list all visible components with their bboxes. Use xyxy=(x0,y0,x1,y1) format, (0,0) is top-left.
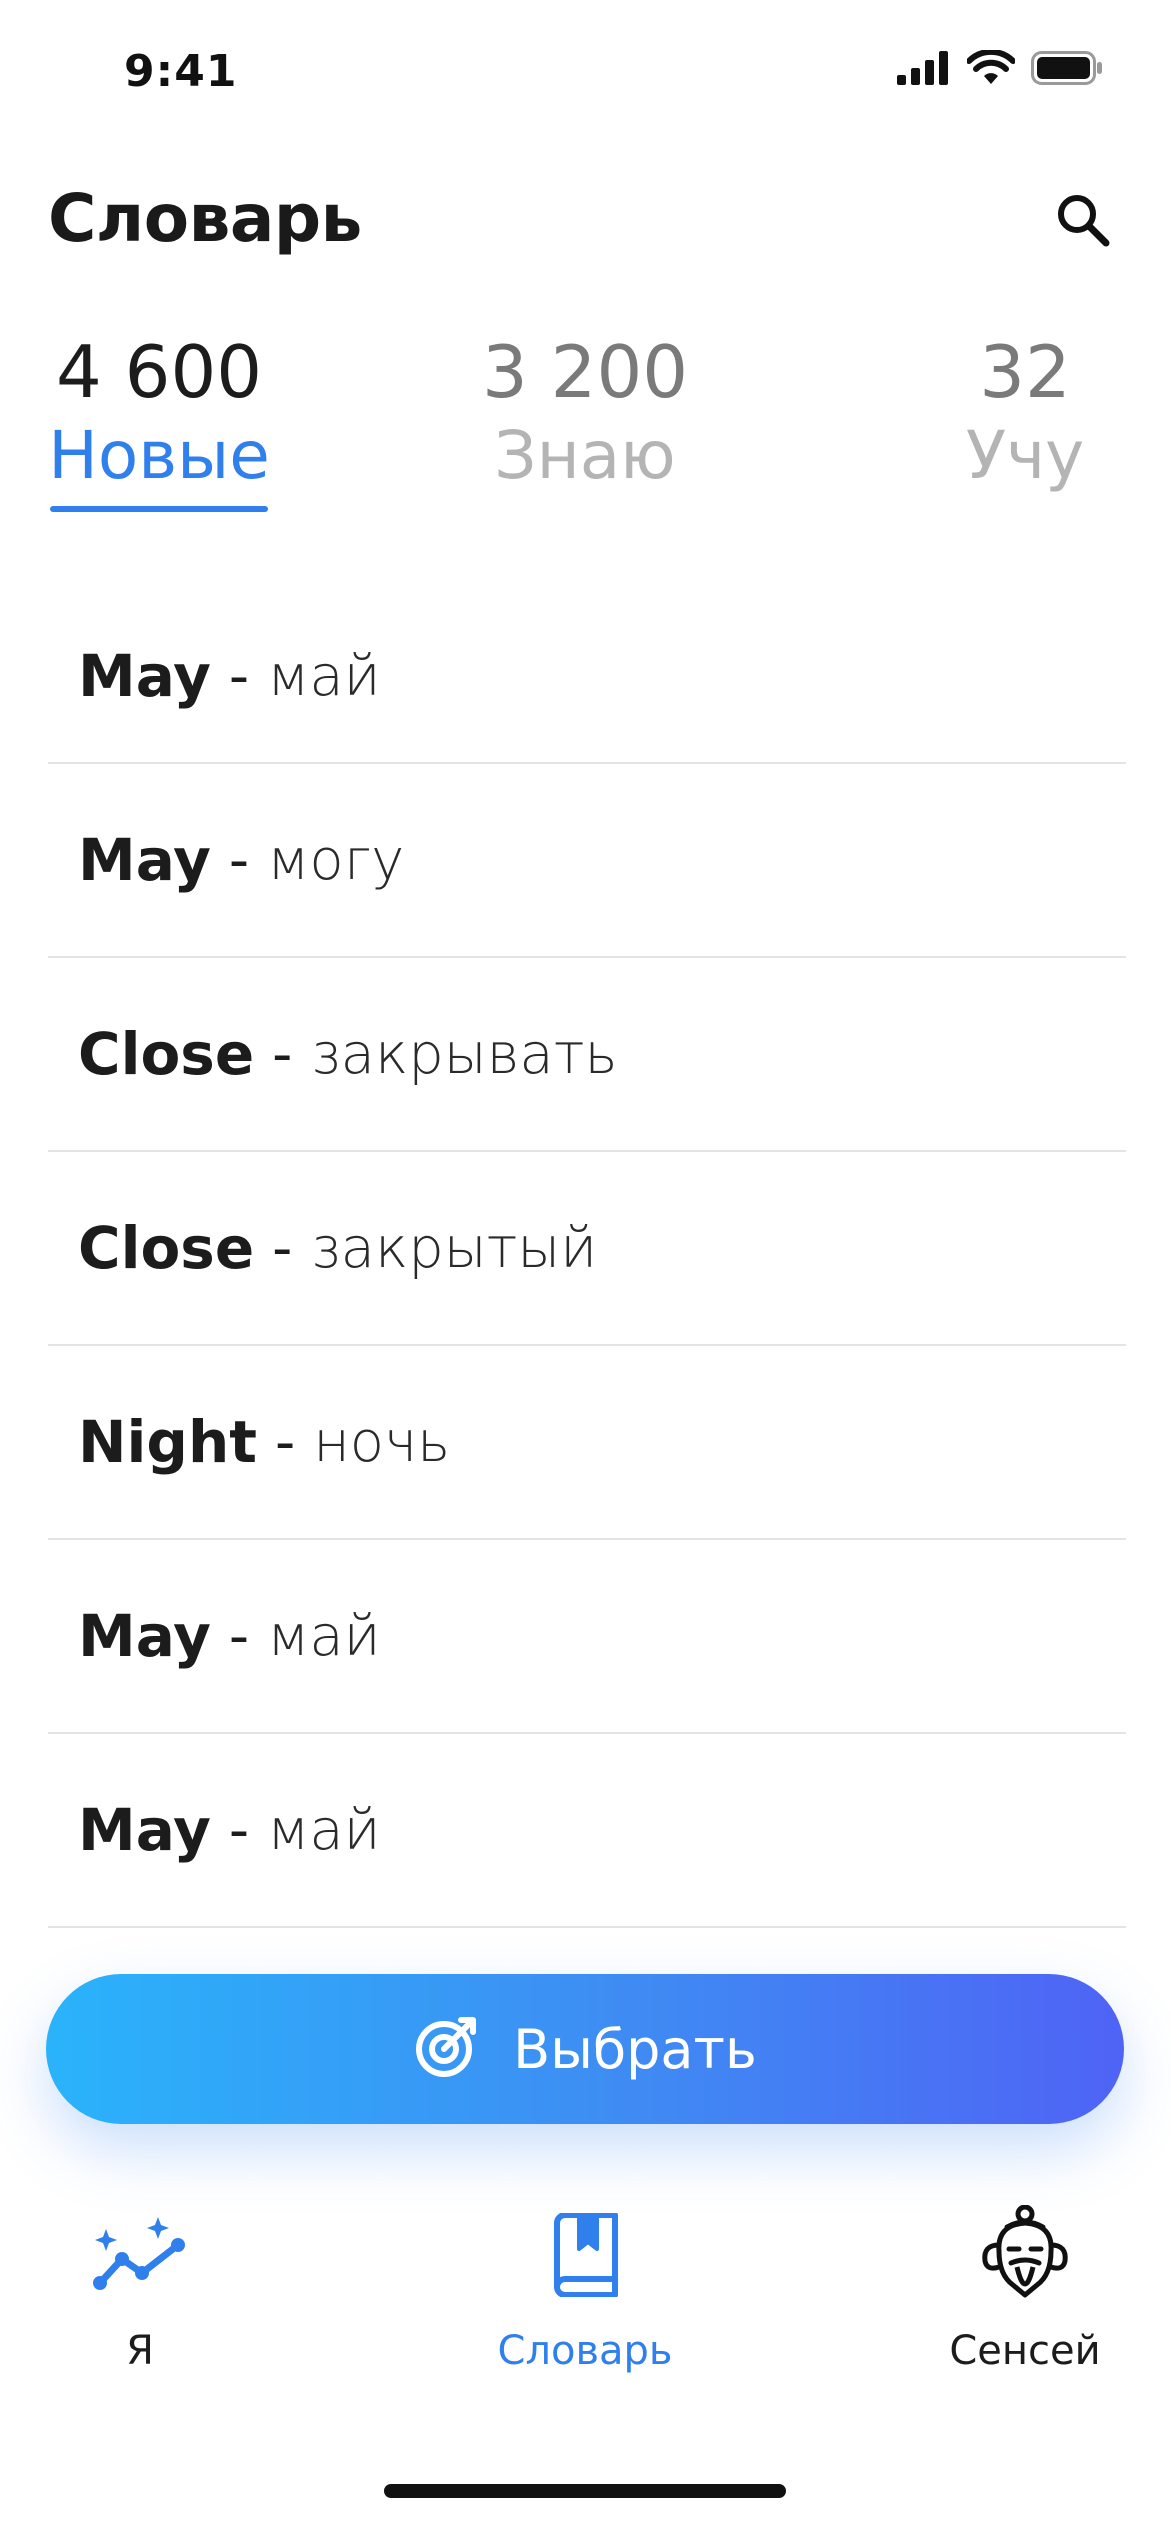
word-english: May xyxy=(78,1796,211,1864)
word-english: Close xyxy=(78,1214,255,1282)
word-translation: май xyxy=(267,1603,381,1669)
choose-button[interactable]: Выбрать xyxy=(46,1974,1124,2124)
status-bar: 9:41 xyxy=(0,0,1171,140)
word-translation: ночь xyxy=(313,1409,451,1475)
tabbar-item-sensei[interactable]: Сенсей xyxy=(920,2200,1130,2374)
word-translation: закрывать xyxy=(310,1021,618,1087)
word-english: May xyxy=(78,642,211,710)
tabbar-item-me[interactable]: Я xyxy=(60,2200,220,2374)
search-button[interactable] xyxy=(1051,190,1115,254)
tab-learn-count: 32 xyxy=(979,330,1071,414)
word-separator: - xyxy=(274,1409,296,1475)
word-separator: - xyxy=(228,827,250,893)
word-english: May xyxy=(78,826,211,894)
word-separator: - xyxy=(228,643,250,709)
tab-learn[interactable]: 32 Учу xyxy=(940,330,1110,498)
status-icons xyxy=(897,48,1103,90)
tab-new[interactable]: 4 600 Новые xyxy=(48,330,270,512)
word-list-item[interactable]: May - май xyxy=(48,1734,1126,1928)
word-list-item[interactable]: Close - закрывать xyxy=(48,958,1126,1152)
word-separator: - xyxy=(228,1603,250,1669)
word-list-item[interactable]: Night - ночь xyxy=(48,1346,1126,1540)
home-indicator[interactable] xyxy=(384,2484,786,2498)
word-list-item[interactable]: May - могу xyxy=(48,764,1126,958)
word-english: May xyxy=(78,1602,211,1670)
choose-button-label: Выбрать xyxy=(513,2017,757,2081)
tab-learn-label: Учу xyxy=(965,417,1085,494)
tab-know-label: Знаю xyxy=(494,417,676,494)
tabbar-label-sensei: Сенсей xyxy=(949,2328,1101,2374)
cellular-signal-icon xyxy=(897,51,951,89)
word-list-item[interactable]: May - май xyxy=(48,1540,1126,1734)
bottom-tab-bar: Я Словарь Сенсей xyxy=(0,2200,1171,2400)
word-separator: - xyxy=(272,1215,293,1281)
tab-new-count: 4 600 xyxy=(55,330,263,414)
tab-new-label: Новые xyxy=(48,417,270,494)
stats-tabs: 4 600 Новые 3 200 Знаю 32 Учу xyxy=(0,330,1171,520)
sensei-face-icon xyxy=(977,2200,1073,2310)
word-list-item[interactable]: Close - закрытый xyxy=(48,1152,1126,1346)
word-list-item[interactable]: May - май xyxy=(48,590,1126,764)
tab-know[interactable]: 3 200 Знаю xyxy=(440,330,730,498)
status-time: 9:41 xyxy=(124,46,238,97)
tab-know-count: 3 200 xyxy=(481,330,689,414)
word-english: Night xyxy=(78,1408,257,1476)
word-translation: закрытый xyxy=(310,1215,598,1281)
word-list: May - май May - могу Close - закрывать C… xyxy=(48,590,1126,1928)
target-icon xyxy=(413,2014,479,2084)
tabbar-label-me: Я xyxy=(126,2328,154,2374)
bookmark-book-icon xyxy=(549,2200,621,2310)
word-separator: - xyxy=(228,1797,250,1863)
word-english: Close xyxy=(78,1020,255,1088)
tabbar-label-dictionary: Словарь xyxy=(497,2328,673,2374)
progress-sparkle-icon xyxy=(92,2200,188,2310)
word-translation: май xyxy=(267,1797,381,1863)
active-tab-indicator xyxy=(50,506,268,512)
tabbar-item-dictionary[interactable]: Словарь xyxy=(480,2200,690,2374)
word-translation: май xyxy=(267,643,381,709)
word-separator: - xyxy=(272,1021,293,1087)
page-title: Словарь xyxy=(48,180,362,257)
search-icon xyxy=(1055,192,1111,252)
wifi-icon xyxy=(966,48,1016,90)
word-translation: могу xyxy=(267,827,405,893)
battery-icon xyxy=(1031,51,1103,89)
